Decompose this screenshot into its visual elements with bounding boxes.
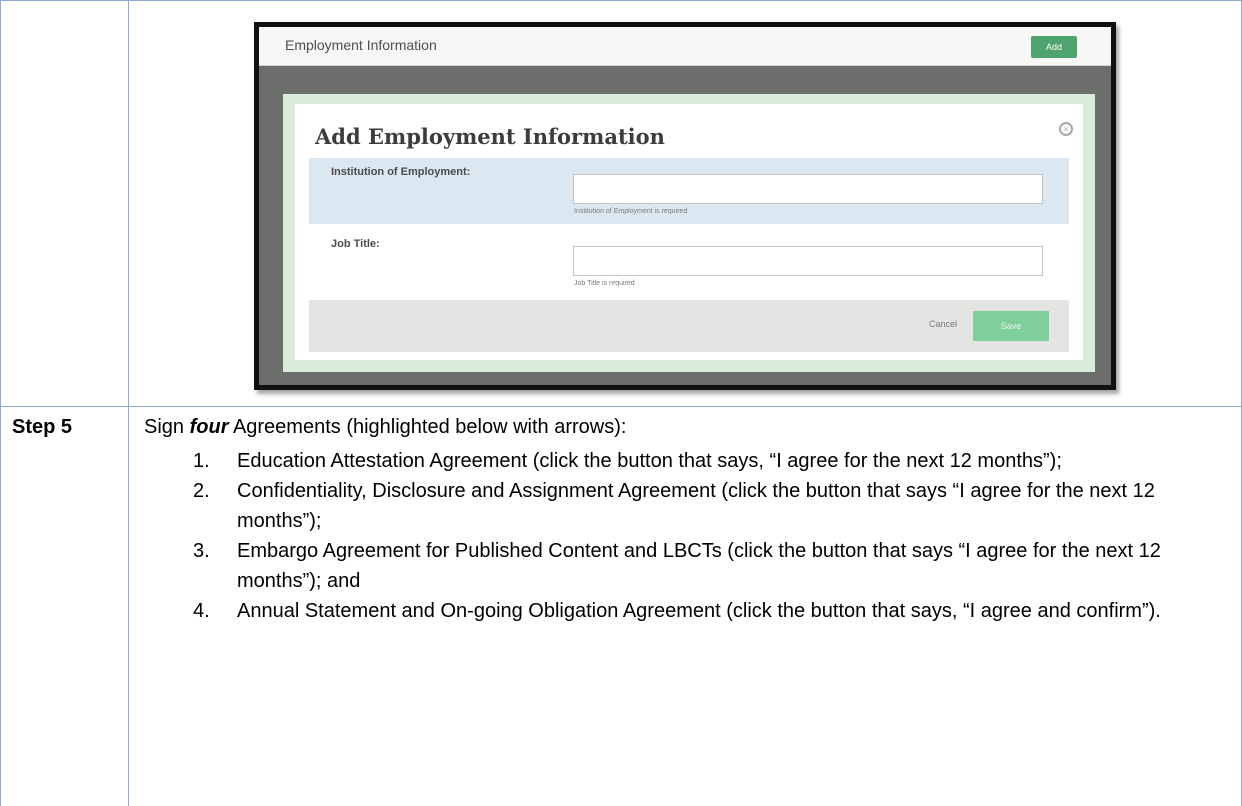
table-border-mid [128,0,129,806]
list-item: 3. Embargo Agreement for Published Conten… [193,536,1233,596]
cancel-button[interactable]: Cancel [929,319,957,329]
job-title-label: Job Title: [331,238,380,250]
institution-row: Institution of Employment: Institution o… [309,158,1069,224]
table-border-left [0,0,1,806]
employment-screenshot: Employment Information Add Add Employmen… [254,22,1116,390]
intro-pre: Sign [144,416,190,438]
job-title-hint: Job Title is required [574,280,635,287]
list-item: 2. Confidentiality, Disclosure and Assign… [193,476,1233,536]
list-number: 3. [193,540,210,562]
screenshot-content: Employment Information Add Add Employmen… [259,27,1111,385]
add-button[interactable]: Add [1031,36,1077,58]
institution-input[interactable] [573,174,1043,204]
close-icon[interactable]: × [1059,122,1073,136]
job-title-row: Job Title: Job Title is required [309,230,1069,294]
list-text: Annual Statement and On-going Obligation… [237,600,1161,622]
modal-backdrop: Add Employment Information × Institution… [283,94,1095,372]
agreement-list: 1. Education Attestation Agreement (click… [193,446,1233,626]
intro-post: Agreements (highlighted below with arrow… [228,416,627,438]
modal-footer: Cancel Save [309,300,1069,352]
list-number: 1. [193,450,210,472]
modal-title: Add Employment Information [315,124,665,149]
list-text: Education Attestation Agreement (click t… [237,450,1062,472]
step-label: Step 5 [12,416,73,438]
employment-header-title: Employment Information [285,37,437,53]
save-button[interactable]: Save [973,311,1049,341]
institution-hint: Institution of Employment is required [574,208,688,215]
employment-header: Employment Information Add [259,27,1111,66]
list-text: Confidentiality, Disclosure and Assignme… [237,480,1155,532]
list-number: 4. [193,600,210,622]
table-row-divider [0,406,1242,407]
intro-emphasis: four [189,416,229,438]
list-item: 1. Education Attestation Agreement (click… [193,446,1233,476]
list-item: 4. Annual Statement and On-going Obligati… [193,596,1233,626]
list-number: 2. [193,480,210,502]
job-title-input[interactable] [573,246,1043,276]
step-intro: Sign four Agreements (highlighted below … [144,416,626,439]
table-border-top [0,0,1242,1]
add-employment-modal: Add Employment Information × Institution… [295,104,1083,360]
list-text: Embargo Agreement for Published Content … [237,540,1161,592]
institution-label: Institution of Employment: [331,166,471,178]
